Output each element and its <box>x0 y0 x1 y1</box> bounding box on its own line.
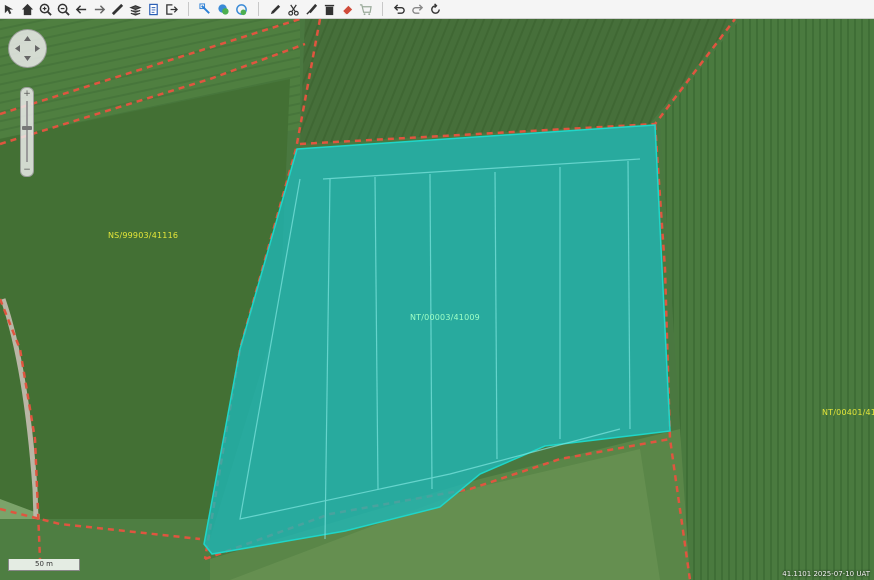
zoom-minus-icon[interactable]: − <box>21 165 33 175</box>
pan-left-icon <box>15 45 20 52</box>
toolbar-separator <box>382 2 383 16</box>
home-icon[interactable] <box>20 2 35 17</box>
back-arrow-icon[interactable] <box>74 2 89 17</box>
pan-down-icon <box>24 56 31 61</box>
measure-icon[interactable] <box>110 2 125 17</box>
identify-icon[interactable] <box>216 2 231 17</box>
zoom-in-icon[interactable] <box>38 2 53 17</box>
cart-icon[interactable] <box>358 2 373 17</box>
document-icon[interactable] <box>146 2 161 17</box>
zoom-thumb[interactable] <box>22 126 32 130</box>
forward-arrow-icon[interactable] <box>92 2 107 17</box>
parcel-label: NS/99903/41116 <box>108 231 179 240</box>
scissors-icon[interactable] <box>286 2 301 17</box>
select-icon[interactable] <box>198 2 213 17</box>
cursor-icon[interactable] <box>2 2 17 17</box>
eraser-icon[interactable] <box>340 2 355 17</box>
pencil-icon[interactable] <box>268 2 283 17</box>
pan-up-icon <box>24 36 31 41</box>
coordinates-readout: 41.1101 2025-07-10 UAT <box>782 570 870 578</box>
aerial-imagery <box>0 19 874 580</box>
parcel-label: NT/00401/41 <box>822 408 874 417</box>
zoom-out-icon[interactable] <box>56 2 71 17</box>
rotate-icon[interactable] <box>428 2 443 17</box>
zoom-plus-icon[interactable]: + <box>21 89 33 99</box>
toolbar <box>0 0 874 19</box>
delete-icon[interactable] <box>322 2 337 17</box>
toolbar-separator <box>258 2 259 16</box>
pan-control[interactable] <box>8 29 47 68</box>
undo-icon[interactable] <box>392 2 407 17</box>
redo-icon[interactable] <box>410 2 425 17</box>
selected-parcel-label: NT/00003/41009 <box>410 313 480 322</box>
pan-right-icon <box>35 45 40 52</box>
export-icon[interactable] <box>164 2 179 17</box>
zoom-slider[interactable]: + − <box>20 87 34 177</box>
map-canvas[interactable]: NS/99903/41116 NT/00003/41009 NT/00401/4… <box>0 19 874 580</box>
layers-icon[interactable] <box>128 2 143 17</box>
zoom-track <box>26 101 28 162</box>
refresh-layer-icon[interactable] <box>234 2 249 17</box>
brush-icon[interactable] <box>304 2 319 17</box>
toolbar-separator <box>188 2 189 16</box>
scale-bar: 50 m <box>8 559 80 571</box>
